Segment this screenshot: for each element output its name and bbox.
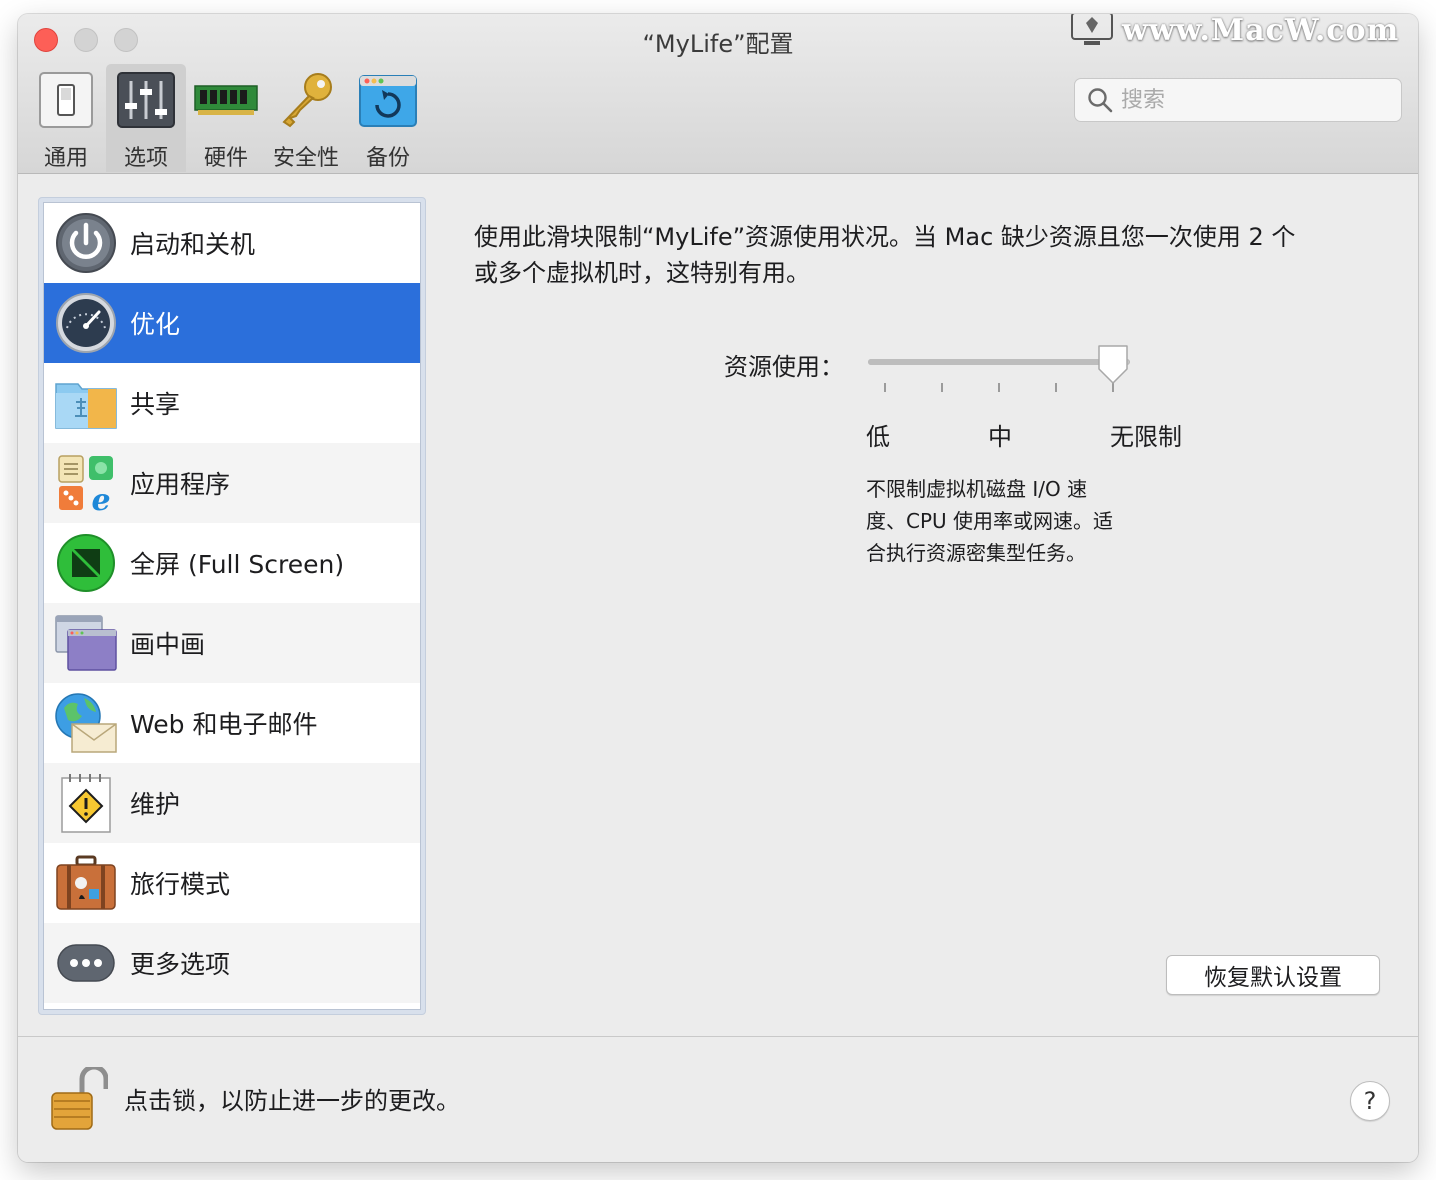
search-icon bbox=[1088, 88, 1113, 113]
scale-high-label: 无限制 bbox=[1110, 423, 1182, 451]
sidebar: 启动和关机 优化 共享 e 应用程序 全屏 (Full Screen) 画中画 … bbox=[38, 197, 426, 1015]
slider-tick bbox=[884, 383, 886, 392]
footer-bar: 点击锁，以防止进一步的更改。 ? bbox=[18, 1036, 1418, 1162]
sidebar-item-label: 优化 bbox=[130, 310, 181, 339]
scale-low-label: 低 bbox=[866, 423, 890, 451]
sidebar-list: 启动和关机 优化 共享 e 应用程序 全屏 (Full Screen) 画中画 … bbox=[43, 202, 421, 1010]
power-icon bbox=[56, 213, 116, 273]
scale-description: 不限制虚拟机磁盘 I/O 速 度、CPU 使用率或网速。适 合执行资源密集型任务… bbox=[866, 473, 1166, 569]
slider-thumb[interactable] bbox=[1096, 343, 1130, 385]
speedometer-icon bbox=[56, 293, 116, 353]
sidebar-item-maintenance[interactable]: 维护 bbox=[44, 763, 420, 843]
web-email-icon bbox=[55, 693, 117, 753]
tab-security-label: 安全性 bbox=[272, 146, 339, 171]
sidebar-item-startup-shutdown[interactable]: 启动和关机 bbox=[44, 203, 420, 283]
shared-folder-icon bbox=[55, 383, 117, 429]
sidebar-item-sharing[interactable]: 共享 bbox=[44, 363, 420, 443]
sidebar-item-travel-mode[interactable]: 旅行模式 bbox=[44, 843, 420, 923]
sidebar-item-web-email[interactable]: Web 和电子邮件 bbox=[44, 683, 420, 763]
sidebar-item-applications[interactable]: e 应用程序 bbox=[44, 443, 420, 523]
tab-options[interactable]: 选项 bbox=[106, 64, 186, 172]
slider-fill bbox=[868, 359, 1113, 365]
more-options-icon bbox=[57, 944, 115, 982]
sidebar-item-fullscreen[interactable]: 全屏 (Full Screen) bbox=[44, 523, 420, 603]
description-line: 使用此滑块限制“MyLife”资源使用状况。当 Mac 缺少资源且您一次使用 2… bbox=[474, 223, 1296, 251]
sidebar-item-label: 更多选项 bbox=[130, 950, 231, 979]
restore-defaults-button[interactable]: 恢复默认设置 bbox=[1166, 955, 1380, 995]
tab-hardware-label: 硬件 bbox=[203, 146, 248, 171]
tab-options-label: 选项 bbox=[123, 146, 168, 171]
switch-icon bbox=[39, 72, 93, 128]
search-box[interactable] bbox=[1074, 78, 1402, 122]
titlebar: “MyLife”配置 www.MacW.com 通用 选项 硬件 安全性 备份 … bbox=[18, 14, 1418, 174]
backup-icon bbox=[359, 75, 417, 127]
watermark: www.MacW.com bbox=[1070, 14, 1399, 50]
key-icon bbox=[282, 73, 332, 128]
watermark-logo-icon bbox=[1071, 14, 1113, 45]
search-input[interactable] bbox=[1121, 87, 1391, 113]
description-text: 使用此滑块限制“MyLife”资源使用状况。当 Mac 缺少资源且您一次使用 2… bbox=[474, 219, 1374, 291]
picture-in-picture-icon bbox=[55, 615, 117, 671]
sidebar-item-label: 画中画 bbox=[130, 630, 206, 659]
tab-hardware[interactable]: 硬件 bbox=[186, 64, 266, 172]
svg-text:e: e bbox=[91, 483, 110, 514]
slider-tick bbox=[941, 383, 943, 392]
sidebar-item-label: 启动和关机 bbox=[130, 230, 256, 259]
preferences-window: “MyLife”配置 www.MacW.com 通用 选项 硬件 安全性 备份 … bbox=[18, 14, 1418, 1162]
tab-backup[interactable]: 备份 bbox=[348, 64, 428, 172]
unlocked-lock-icon[interactable] bbox=[48, 1067, 108, 1131]
slider-tick bbox=[1055, 383, 1057, 392]
scale-description-line: 不限制虚拟机磁盘 I/O 速 bbox=[866, 477, 1088, 501]
fullscreen-icon bbox=[57, 534, 115, 592]
slider-tick bbox=[998, 383, 1000, 392]
sidebar-item-picture-in-picture[interactable]: 画中画 bbox=[44, 603, 420, 683]
sidebar-item-label: 共享 bbox=[130, 390, 181, 419]
scale-description-line: 度、CPU 使用率或网速。适 bbox=[866, 509, 1114, 533]
sidebar-item-label: 应用程序 bbox=[130, 470, 231, 499]
optimization-pane: 使用此滑块限制“MyLife”资源使用状况。当 Mac 缺少资源且您一次使用 2… bbox=[458, 175, 1398, 1035]
tab-security[interactable]: 安全性 bbox=[266, 64, 346, 172]
suitcase-icon bbox=[56, 855, 116, 910]
lock-hint-text: 点击锁，以防止进一步的更改。 bbox=[124, 1087, 460, 1115]
watermark-text: www.MacW.com bbox=[1122, 14, 1400, 48]
memory-chip-icon bbox=[194, 85, 258, 115]
tab-general-label: 通用 bbox=[43, 146, 88, 171]
resource-usage-label: 资源使用： bbox=[724, 353, 844, 381]
sliders-icon bbox=[117, 72, 175, 128]
sidebar-item-optimization[interactable]: 优化 bbox=[44, 283, 420, 363]
resource-usage-slider[interactable] bbox=[868, 341, 1148, 401]
applications-icon: e bbox=[58, 455, 113, 514]
scale-mid-label: 中 bbox=[988, 423, 1012, 451]
help-button[interactable]: ? bbox=[1350, 1081, 1390, 1121]
sidebar-item-more-options[interactable]: 更多选项 bbox=[44, 923, 420, 1003]
scale-description-line: 合执行资源密集型任务。 bbox=[866, 541, 1086, 565]
sidebar-item-label: 维护 bbox=[130, 790, 181, 819]
sidebar-item-label: Web 和电子邮件 bbox=[130, 710, 318, 739]
maintenance-icon bbox=[61, 774, 111, 833]
tab-general[interactable]: 通用 bbox=[26, 64, 106, 172]
tab-backup-label: 备份 bbox=[365, 146, 410, 171]
sidebar-item-label: 旅行模式 bbox=[130, 870, 231, 899]
sidebar-item-label: 全屏 (Full Screen) bbox=[130, 550, 345, 579]
description-line: 或多个虚拟机时，这特别有用。 bbox=[474, 259, 810, 287]
content-area: 启动和关机 优化 共享 e 应用程序 全屏 (Full Screen) 画中画 … bbox=[18, 175, 1418, 1035]
